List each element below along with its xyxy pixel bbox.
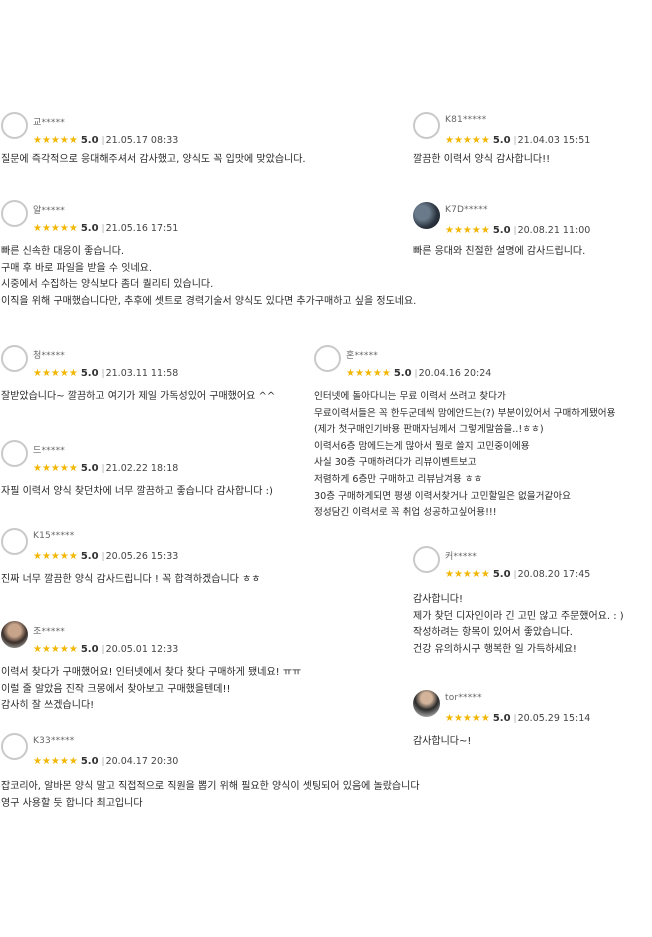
username: 교*****	[33, 118, 65, 128]
review-text: 이력서 찾다가 구매했어요! 인터넷에서 찾다 찾다 구매하게 됐네요! ㅠㅠ …	[1, 667, 302, 712]
star-rating-icon: ★★★★★	[445, 225, 490, 236]
avatar	[1, 345, 28, 372]
review-date: 21.04.03 15:51	[517, 135, 591, 146]
score: 5.0	[80, 463, 99, 474]
review-card: 혼***** ★★★★★ 5.0 |20.04.16 20:24 인터넷에 돌아다니…	[314, 345, 650, 522]
review-card: K81***** ★★★★★ 5.0 |21.04.03 15:51 깔끔한 이력서…	[413, 112, 648, 169]
review-text: 잡코리아, 알바몬 양식 말고 직접적으로 직원을 뽑기 위해 필요한 양식이 …	[1, 781, 420, 809]
review-text: 잘받았습니다~ 깔끔하고 여기가 제일 가독성있어 구매했어요 ^^	[1, 391, 276, 402]
avatar	[1, 200, 28, 227]
score: 5.0	[80, 223, 99, 234]
avatar	[1, 621, 28, 648]
review-date: 20.05.29 15:14	[517, 713, 591, 724]
review-text: 자필 이력서 양식 찾던차에 너무 깔끔하고 좋습니다 감사합니다 :)	[1, 486, 273, 497]
score: 5.0	[492, 135, 511, 146]
star-rating-icon: ★★★★★	[33, 463, 78, 474]
avatar	[413, 546, 440, 573]
avatar	[1, 733, 28, 760]
review-date: 21.05.16 17:51	[105, 223, 179, 234]
username: 조*****	[33, 627, 65, 637]
score: 5.0	[492, 713, 511, 724]
username: 드*****	[33, 446, 65, 456]
review-text: 진짜 너무 깔끔한 양식 감사드립니다 ! 꼭 합격하겠습니다 ㅎㅎ	[1, 574, 261, 585]
avatar	[413, 690, 440, 717]
score: 5.0	[492, 569, 511, 580]
score: 5.0	[393, 368, 412, 379]
username: 알*****	[33, 206, 65, 216]
review-text: 질문에 즉각적으로 응대해주셔서 감사했고, 양식도 꼭 입맛에 맞았습니다.	[1, 154, 306, 165]
score: 5.0	[492, 225, 511, 236]
review-card: K7D***** ★★★★★ 5.0 |20.08.21 11:00 빠른 응대와 …	[413, 202, 648, 261]
score: 5.0	[80, 756, 99, 767]
avatar	[413, 202, 440, 229]
score: 5.0	[80, 551, 99, 562]
star-rating-icon: ★★★★★	[33, 223, 78, 234]
username: K7D*****	[445, 205, 488, 215]
review-card: 청***** ★★★★★ 5.0 |21.03.11 11:58 잘받았습니다~ 깔…	[1, 345, 306, 406]
username: 청*****	[33, 351, 65, 361]
review-text: 깔끔한 이력서 양식 감사합니다!!	[413, 154, 551, 165]
review-date: 21.02.22 18:18	[105, 463, 179, 474]
avatar	[1, 440, 28, 467]
review-date: 20.08.20 17:45	[517, 569, 591, 580]
avatar	[314, 345, 341, 372]
username: tor*****	[445, 693, 482, 703]
star-rating-icon: ★★★★★	[33, 368, 78, 379]
score: 5.0	[80, 135, 99, 146]
review-text: 인터넷에 돌아다니는 무료 이력서 쓰려고 찾다가 무료이력서들은 꼭 한두군데…	[314, 391, 616, 519]
review-date: 20.08.21 11:00	[517, 225, 591, 236]
avatar	[1, 528, 28, 555]
username: K15*****	[33, 531, 75, 541]
review-date: 20.04.16 20:24	[418, 368, 492, 379]
username: 혼*****	[346, 351, 378, 361]
username: K33*****	[33, 736, 75, 746]
review-card: 커***** ★★★★★ 5.0 |20.08.20 17:45 감사합니다! 제가…	[413, 546, 650, 658]
avatar	[1, 112, 28, 139]
review-card: 교***** ★★★★★ 5.0 |21.05.17 08:33 질문에 즉각적으로…	[1, 112, 331, 169]
star-rating-icon: ★★★★★	[445, 569, 490, 580]
star-rating-icon: ★★★★★	[33, 135, 78, 146]
review-date: 21.05.17 08:33	[105, 135, 179, 146]
review-card: K15***** ★★★★★ 5.0 |20.05.26 15:33 진짜 너무 깔…	[1, 528, 306, 589]
review-text: 감사합니다! 제가 찾던 디자인이라 긴 고민 않고 주문했어요. : ) 작성…	[413, 594, 624, 655]
star-rating-icon: ★★★★★	[33, 644, 78, 655]
review-card: 드***** ★★★★★ 5.0 |21.02.22 18:18 자필 이력서 양식…	[1, 440, 306, 501]
review-card: K33***** ★★★★★ 5.0 |20.04.17 20:30 잡코리아, 알…	[1, 733, 481, 812]
review-date: 20.05.01 12:33	[105, 644, 179, 655]
review-date: 21.03.11 11:58	[105, 368, 179, 379]
star-rating-icon: ★★★★★	[346, 368, 391, 379]
star-rating-icon: ★★★★★	[33, 756, 78, 767]
review-text: 빠른 응대와 친절한 설명에 감사드립니다.	[413, 246, 586, 257]
star-rating-icon: ★★★★★	[445, 713, 490, 724]
username: K81*****	[445, 115, 487, 125]
avatar	[413, 112, 440, 139]
score: 5.0	[80, 368, 99, 379]
review-date: 20.04.17 20:30	[105, 756, 179, 767]
star-rating-icon: ★★★★★	[33, 551, 78, 562]
score: 5.0	[80, 644, 99, 655]
review-date: 20.05.26 15:33	[105, 551, 179, 562]
username: 커*****	[445, 552, 477, 562]
review-card: 조***** ★★★★★ 5.0 |20.05.01 12:33 이력서 찾다가 구…	[1, 621, 321, 715]
star-rating-icon: ★★★★★	[445, 135, 490, 146]
